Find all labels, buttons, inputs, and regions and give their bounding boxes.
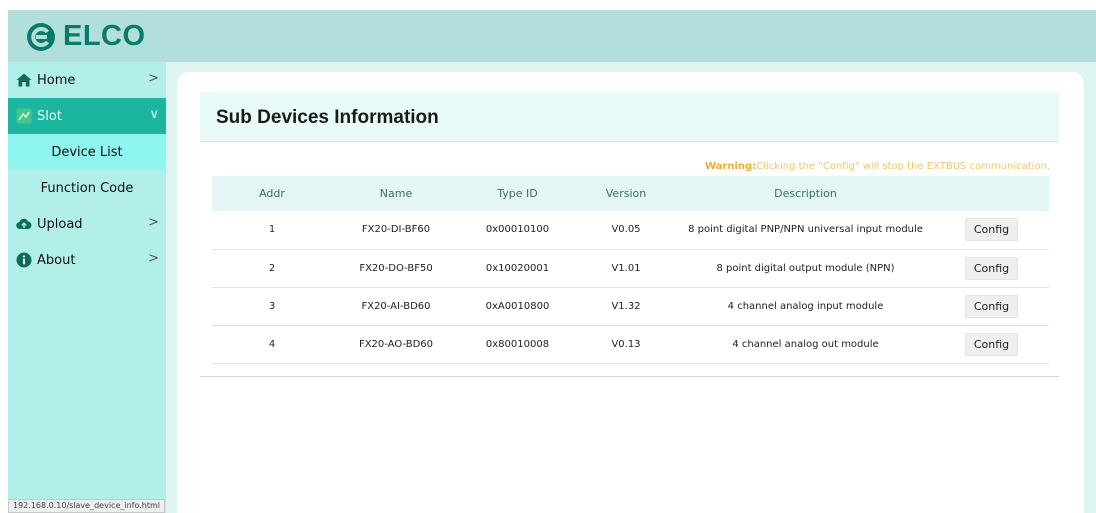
- cell-description: 4 channel analog out module: [677, 325, 934, 364]
- warning-prefix: Warning:: [705, 161, 757, 172]
- sidebar-subitem-label: Function Code: [40, 180, 134, 196]
- chevron-right-icon: >: [148, 71, 159, 86]
- sidebar-subitem-label: Device List: [51, 144, 123, 160]
- cell-name: FX20-AO-BD60: [332, 325, 460, 364]
- column-header-name: Name: [332, 176, 460, 211]
- sidebar-item-label: Home: [37, 72, 76, 88]
- sidebar: Home > Slot ∨ Device List Function Code …: [8, 62, 166, 513]
- config-button[interactable]: Config: [964, 218, 1019, 242]
- cell-version: V1.01: [575, 249, 677, 288]
- warning-message: Warning:Clicking the "Config" will stop …: [705, 161, 1050, 172]
- cell-type-id: 0xA0010800: [460, 287, 575, 326]
- cell-addr: 2: [212, 249, 332, 288]
- cell-description: 4 channel analog input module: [677, 287, 934, 326]
- table-row: 4 FX20-AO-BD60 0x80010008 V0.13 4 channe…: [212, 325, 1049, 364]
- info-icon: [16, 252, 32, 268]
- chevron-down-icon: ∨: [149, 107, 159, 122]
- warning-text: Clicking the "Config" will stop the EXTB…: [756, 161, 1051, 172]
- column-header-type-id: Type ID: [460, 176, 575, 211]
- sub-devices-card: Sub Devices Information Warning:Clicking…: [177, 72, 1084, 513]
- logo-mark-icon: [27, 22, 55, 51]
- card-header: Sub Devices Information: [200, 92, 1059, 142]
- column-header-version: Version: [575, 176, 677, 211]
- sidebar-item-upload[interactable]: Upload >: [8, 206, 166, 242]
- divider: [200, 376, 1059, 377]
- sidebar-item-home[interactable]: Home >: [8, 62, 166, 98]
- table-row: 2 FX20-DO-BF50 0x10020001 V1.01 8 point …: [212, 249, 1049, 288]
- home-icon: [16, 72, 32, 88]
- page-title: Sub Devices Information: [216, 107, 439, 128]
- table-row: 1 FX20-DI-BF60 0x00010100 V0.05 8 point …: [212, 211, 1049, 250]
- upload-icon: [16, 216, 32, 232]
- sidebar-item-label: Upload: [37, 216, 83, 232]
- cell-action: Config: [934, 249, 1049, 288]
- column-header-action: [934, 176, 1049, 211]
- cell-type-id: 0x00010100: [460, 211, 575, 250]
- elco-logo[interactable]: ELCO: [26, 20, 146, 53]
- cell-type-id: 0x10020001: [460, 249, 575, 288]
- status-bar-url: 192.168.0.10/slave_device_info.html: [8, 499, 165, 513]
- sidebar-item-slot[interactable]: Slot ∨: [8, 98, 166, 134]
- sidebar-item-label: About: [37, 252, 76, 268]
- cell-name: FX20-DI-BF60: [332, 211, 460, 250]
- sidebar-subitem-function-code[interactable]: Function Code: [8, 170, 166, 206]
- cell-version: V1.32: [575, 287, 677, 326]
- cell-version: V0.05: [575, 211, 677, 250]
- devices-table: Addr Name Type ID Version Description 1 …: [212, 176, 1049, 364]
- cell-addr: 3: [212, 287, 332, 326]
- chevron-right-icon: >: [148, 215, 159, 230]
- cell-type-id: 0x80010008: [460, 325, 575, 364]
- brand-name: ELCO: [63, 20, 146, 52]
- top-header: ELCO: [8, 10, 1096, 62]
- cell-name: FX20-DO-BF50: [332, 249, 460, 288]
- config-button[interactable]: Config: [964, 256, 1019, 280]
- config-button[interactable]: Config: [964, 294, 1019, 318]
- column-header-addr: Addr: [212, 176, 332, 211]
- config-button[interactable]: Config: [964, 332, 1019, 356]
- cell-addr: 1: [212, 211, 332, 250]
- cell-action: Config: [934, 325, 1049, 364]
- sidebar-item-about[interactable]: About >: [8, 242, 166, 278]
- cell-action: Config: [934, 287, 1049, 326]
- sidebar-subitem-device-list[interactable]: Device List: [8, 134, 166, 170]
- sidebar-item-label: Slot: [37, 108, 62, 124]
- slot-icon: [16, 108, 32, 124]
- chevron-right-icon: >: [148, 251, 159, 266]
- cell-name: FX20-AI-BD60: [332, 287, 460, 326]
- cell-version: V0.13: [575, 325, 677, 364]
- cell-addr: 4: [212, 325, 332, 364]
- cell-description: 8 point digital PNP/NPN universal input …: [677, 211, 934, 250]
- table-row: 3 FX20-AI-BD60 0xA0010800 V1.32 4 channe…: [212, 287, 1049, 326]
- cell-action: Config: [934, 211, 1049, 250]
- cell-description: 8 point digital output module (NPN): [677, 249, 934, 288]
- column-header-description: Description: [677, 176, 934, 211]
- table-header-row: Addr Name Type ID Version Description: [212, 176, 1049, 211]
